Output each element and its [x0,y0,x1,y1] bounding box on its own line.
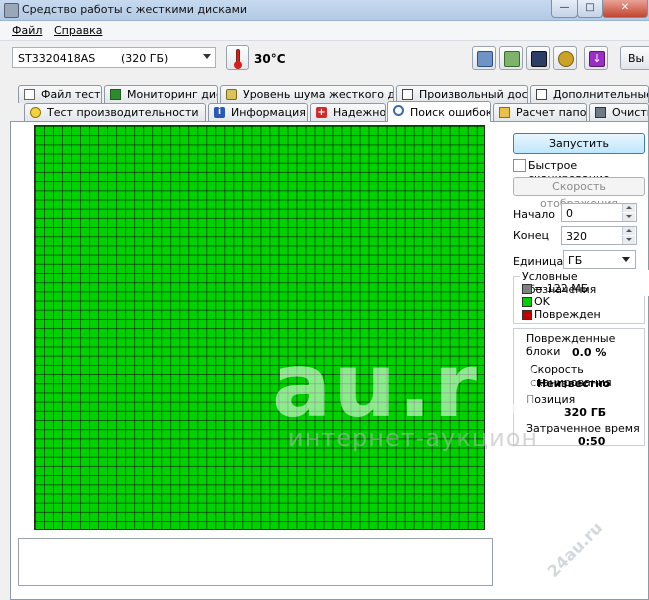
info-icon: i [214,107,225,118]
exit-label: Вы [628,52,645,65]
elapsed-time-value: 0:50 [578,435,606,448]
document-icon [402,89,413,100]
spin-down-icon[interactable] [622,213,635,221]
temperature-value: 30°C [254,52,286,66]
minimize-button[interactable]: — [551,0,578,18]
scan-speed-value: Неизвестно [537,377,611,390]
end-label: Конец [513,229,549,242]
legend-ok-label: OK [534,295,550,308]
legend-damaged-swatch [522,310,532,320]
magnifier-icon [393,105,404,116]
app-icon [4,3,19,18]
speaker-icon [226,89,237,100]
copy-button[interactable] [472,46,496,70]
tab-info[interactable]: i Информация [208,103,308,121]
chart-icon [110,89,121,100]
start-spinner[interactable]: 0 [561,203,637,222]
tab-folder-usage[interactable]: Расчет папок [493,103,587,121]
end-value: 320 [566,230,587,243]
tab-noise-level[interactable]: Уровень шума жесткого диска [220,85,394,103]
options-button[interactable] [553,46,577,70]
start-button[interactable]: Запустить [513,133,645,154]
chevron-down-icon [622,257,630,262]
drive-size: (320 ГБ) [121,52,169,65]
save-button[interactable] [526,46,550,70]
copy-all-icon [504,51,520,67]
tab-error-scan[interactable]: Поиск ошибок [387,101,491,122]
document-icon [536,89,547,100]
watermark-logo: au.ru [272,334,544,437]
exit-button[interactable]: Вы [620,46,649,70]
thermometer-bulb-icon [234,61,242,69]
menu-file[interactable]: Файл [12,24,42,37]
lightbulb-icon [30,107,41,118]
display-speed-button[interactable]: Скорость отображения [513,177,645,210]
watermark-subtitle: интернет-аукцион [288,424,539,452]
start-label: Начало [513,208,556,221]
close-button[interactable]: ✕ [602,0,648,18]
spin-down-icon[interactable] [622,236,635,244]
drive-model: ST3320418AS [18,52,96,65]
arrow-down-icon: ↓ [589,51,605,67]
trash-icon [595,107,606,118]
cross-icon: + [316,107,327,118]
folder-icon [499,107,510,118]
spin-up-icon[interactable] [622,204,635,212]
temperature-button[interactable] [226,45,249,70]
chevron-down-icon [203,54,211,59]
copy-all-button[interactable] [499,46,523,70]
drive-select[interactable]: ST3320418AS (320 ГБ) [12,47,216,68]
tab-benchmark[interactable]: Тест производительности [24,103,206,121]
file-icon [24,89,35,100]
legend-block-size: = 122 МБ [534,282,589,295]
tab-erase[interactable]: Очистка [589,103,649,121]
legend-ok-swatch [522,297,532,307]
maximize-button[interactable]: □ [577,0,603,18]
spin-up-icon[interactable] [622,227,635,235]
window-title: Средство работы с жесткими дисками [22,3,248,16]
download-button[interactable]: ↓ [584,46,608,70]
scan-block-map [34,125,485,530]
menu-bar: Файл Справка [0,21,649,41]
tab-reliability[interactable]: + Надежность [310,103,386,121]
tab-disk-monitoring[interactable]: Мониторинг диска [104,85,218,103]
unit-label: Единица [513,255,564,268]
legend-damaged-label: Поврежден [534,308,601,321]
tab-test-file[interactable]: Файл теста [18,85,102,103]
start-value: 0 [566,207,573,220]
quick-scan-checkbox[interactable] [513,159,526,172]
position-value: 320 ГБ [564,406,607,419]
legend-block-swatch [522,284,532,294]
end-spinner[interactable]: 320 [561,226,637,245]
gear-icon [558,51,574,67]
damaged-blocks-value: 0.0 % [572,346,607,359]
unit-value: ГБ [568,254,583,267]
tab-extra-tests[interactable]: Дополнительные тесты [530,85,649,103]
copy-icon [477,51,493,67]
unit-select[interactable]: ГБ [563,250,636,269]
floppy-disk-icon [531,51,547,67]
scan-log[interactable] [18,538,493,586]
menu-help[interactable]: Справка [54,24,102,37]
